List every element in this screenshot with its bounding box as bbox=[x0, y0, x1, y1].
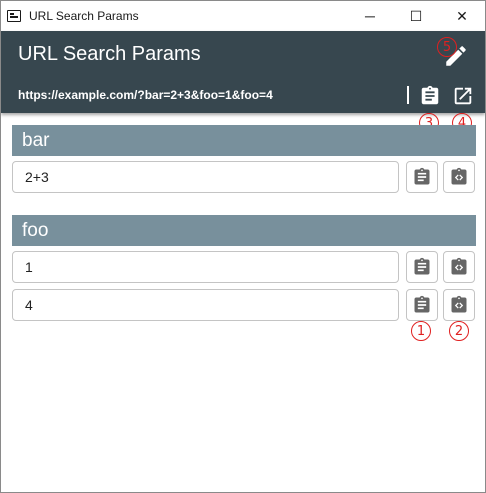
param-value-input[interactable] bbox=[12, 161, 399, 193]
param-value-input[interactable] bbox=[12, 289, 399, 321]
clipboard-icon bbox=[414, 295, 430, 313]
clipboard-icon bbox=[414, 257, 430, 275]
annotation-marker-1: 1 bbox=[411, 321, 431, 341]
encode-value-button[interactable] bbox=[443, 161, 475, 193]
clipboard-icon bbox=[414, 167, 430, 185]
window-title: URL Search Params bbox=[29, 9, 139, 23]
code-icon bbox=[451, 295, 467, 313]
copy-value-button[interactable] bbox=[406, 289, 438, 321]
clipboard-icon bbox=[421, 85, 439, 105]
app-bar: URL Search Params https://example.com/?b… bbox=[1, 31, 485, 113]
copy-value-button[interactable] bbox=[406, 251, 438, 283]
open-in-new-icon bbox=[454, 87, 472, 105]
url-text: https://example.com/?bar=2+3&foo=1&foo=4 bbox=[18, 88, 273, 102]
open-url-button[interactable] bbox=[452, 85, 474, 107]
param-value-input[interactable] bbox=[12, 251, 399, 283]
window-controls: ─ ☐ ✕ bbox=[347, 1, 485, 31]
copy-value-button[interactable] bbox=[406, 161, 438, 193]
close-button[interactable]: ✕ bbox=[439, 1, 485, 31]
copy-url-button[interactable] bbox=[419, 85, 441, 107]
param-group-header-foo: foo bbox=[12, 215, 476, 246]
app-window: URL Search Params ─ ☐ ✕ URL Search Param… bbox=[0, 0, 486, 493]
annotation-marker-5: 5 bbox=[437, 37, 457, 57]
code-icon bbox=[451, 257, 467, 275]
code-icon bbox=[451, 167, 467, 185]
annotation-marker-2: 2 bbox=[449, 321, 469, 341]
param-group-header-bar: bar bbox=[12, 125, 476, 156]
window-titlebar: URL Search Params ─ ☐ ✕ bbox=[1, 1, 485, 31]
encode-value-button[interactable] bbox=[443, 251, 475, 283]
encode-value-button[interactable] bbox=[443, 289, 475, 321]
minimize-button[interactable]: ─ bbox=[347, 1, 393, 31]
app-title: URL Search Params bbox=[18, 43, 201, 65]
toolbar-divider bbox=[407, 86, 409, 104]
maximize-button[interactable]: ☐ bbox=[393, 1, 439, 31]
app-icon bbox=[7, 10, 21, 22]
